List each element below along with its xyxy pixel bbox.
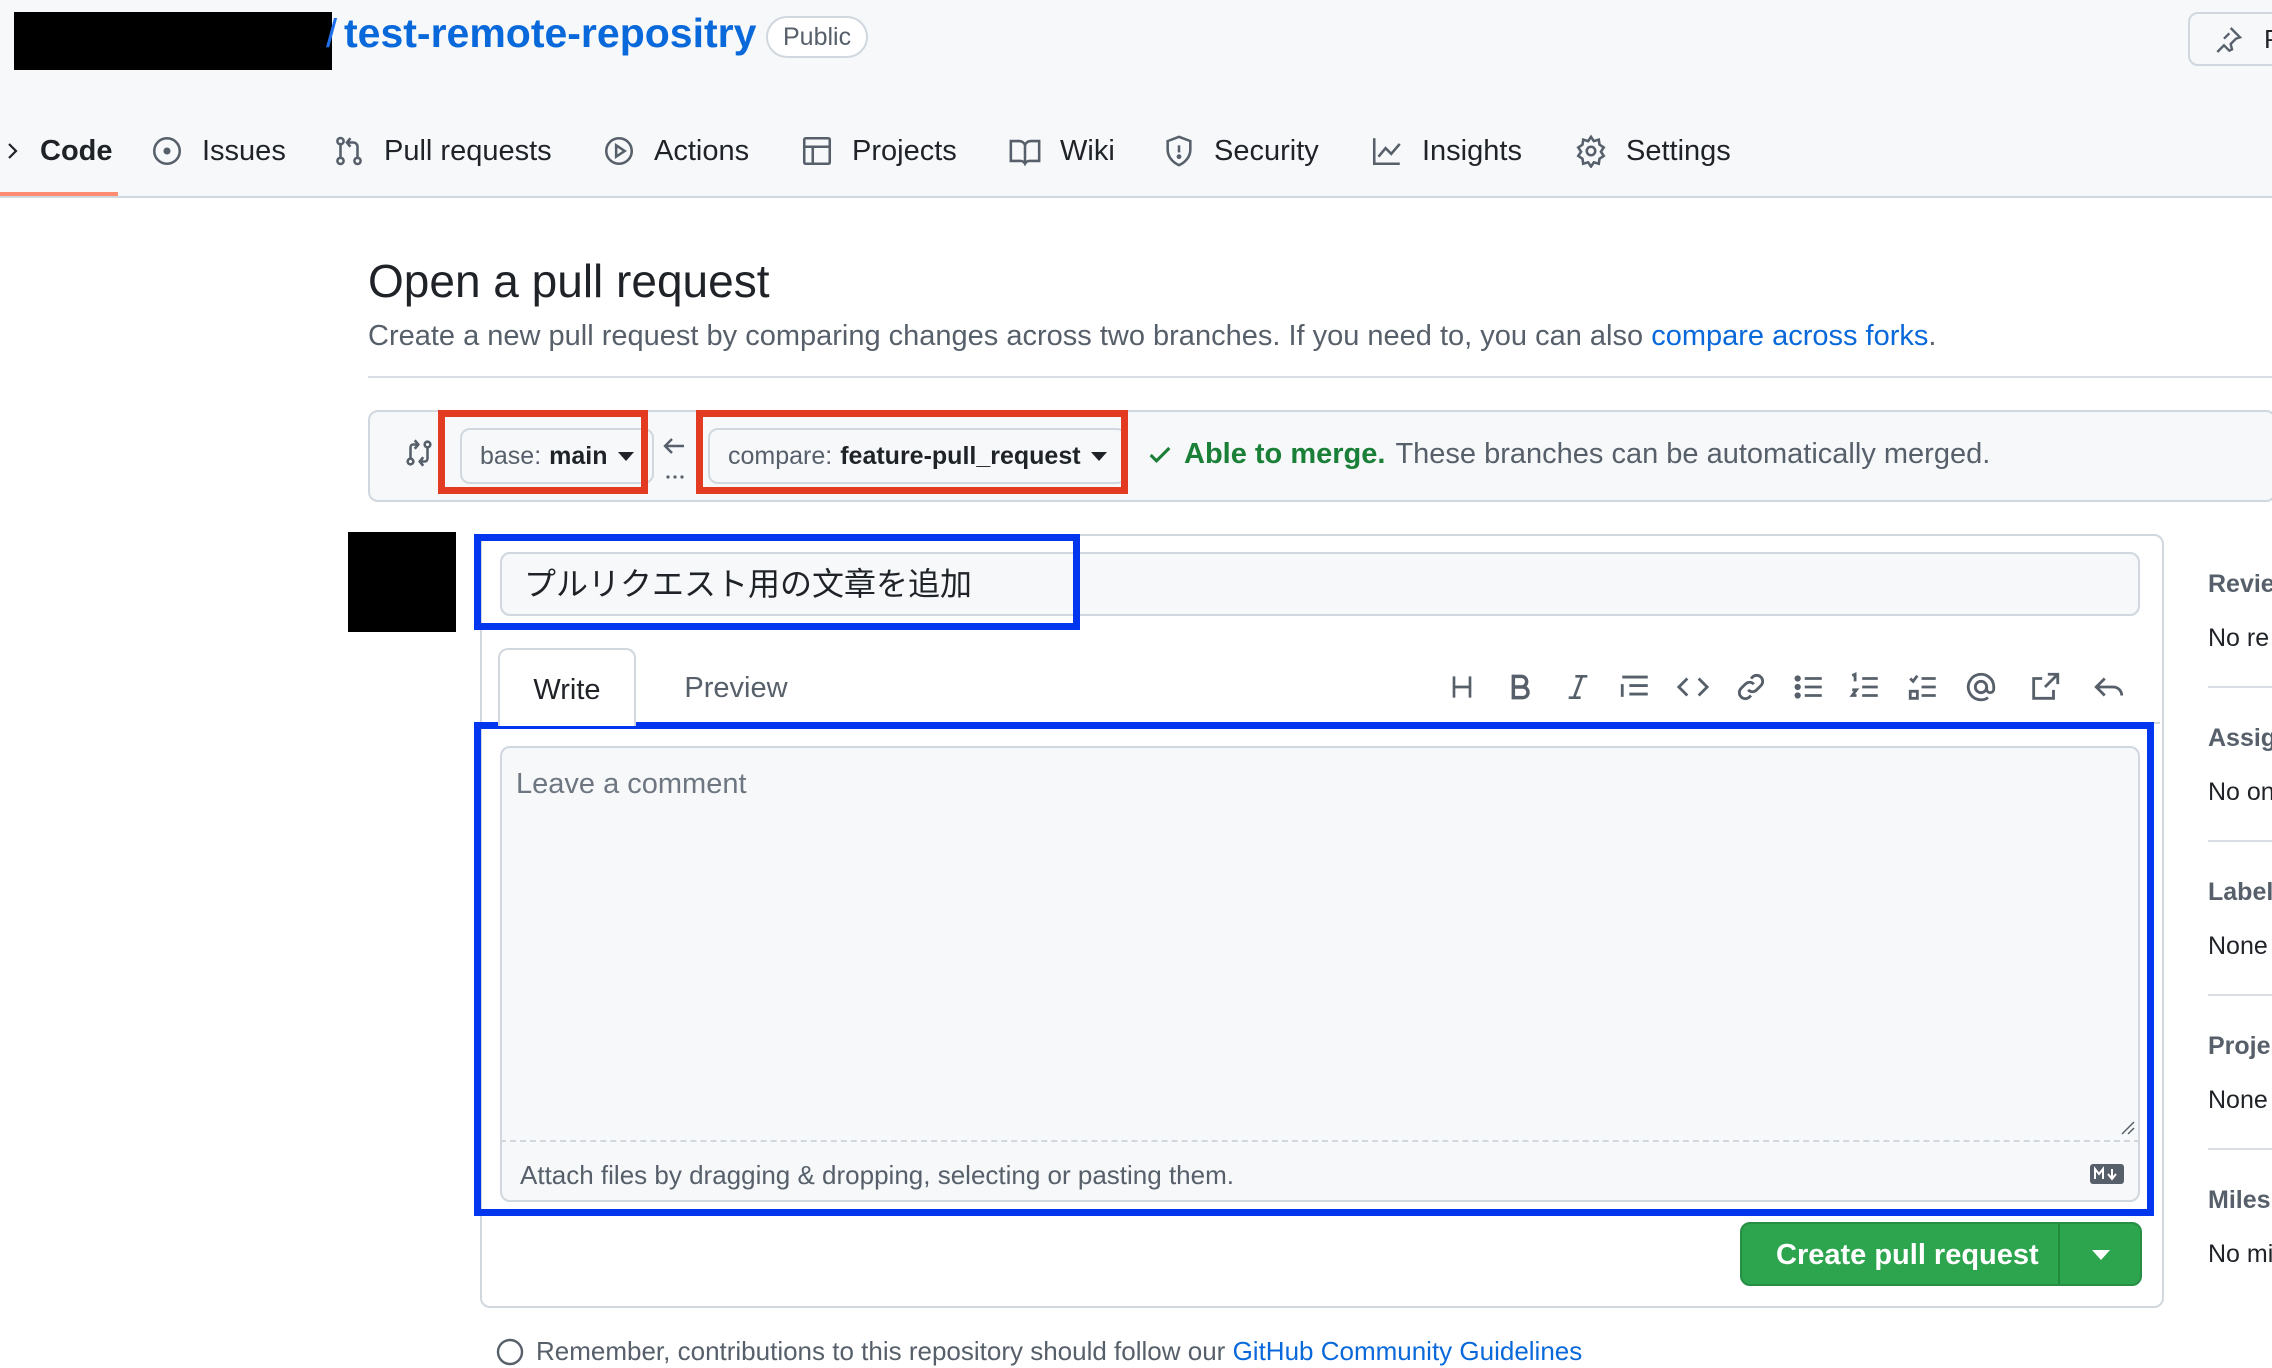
tab-insights-label: Insights [1422,134,1522,167]
tab-pull-requests[interactable]: Pull requests [332,126,552,176]
annotation-box-comment [474,722,2154,1216]
tab-projects-label: Projects [852,134,957,167]
tab-wiki-label: Wiki [1060,134,1115,167]
sidebar-projects-heading[interactable]: Proje [2208,1032,2271,1061]
sidebar-reviewers-value: No re [2208,624,2270,652]
repo-name-link[interactable]: test-remote-repositry [344,10,756,57]
sidebar-milestone-heading[interactable]: Miles [2208,1186,2271,1215]
tab-security-label: Security [1214,134,1319,167]
bold-icon[interactable] [1504,670,1536,704]
ordered-list-icon[interactable] [1848,670,1882,704]
sidebar-divider [2208,840,2272,842]
issue-icon [150,134,184,168]
pin-label: P [2264,24,2272,55]
sidebar-labels-value: None [2208,932,2268,960]
code-icon [6,140,22,162]
tab-wiki[interactable]: Wiki [1008,126,1115,176]
tab-issues[interactable]: Issues [150,126,286,176]
annotation-box-base [438,410,648,494]
heading-icon[interactable] [1446,670,1478,704]
active-tab-indicator [0,192,118,196]
unordered-list-icon[interactable] [1792,670,1826,704]
info-icon [494,1336,526,1368]
tab-actions[interactable]: Actions [602,126,749,176]
mention-icon[interactable] [1964,670,1998,704]
page-title: Open a pull request [368,255,770,307]
check-icon [1146,441,1174,469]
pin-button[interactable]: P [2188,12,2272,66]
tab-code-label: Code [40,134,113,167]
tab-pull-requests-label: Pull requests [384,134,552,167]
merge-ok-text: Able to merge. [1184,438,1386,470]
sidebar-projects-value: None [2208,1086,2268,1114]
avatar [348,532,456,632]
compare-across-forks-link[interactable]: compare across forks [1651,320,1928,352]
quote-icon[interactable] [1618,670,1652,704]
italic-icon[interactable] [1562,670,1594,704]
arrow-left-icon [660,434,690,486]
tab-settings[interactable]: Settings [1574,126,1731,176]
sidebar-reviewers-heading[interactable]: Revie [2208,570,2272,599]
redacted-owner-name [14,12,332,70]
create-pull-request-label: Create pull request [1776,1239,2039,1271]
tab-issues-label: Issues [202,134,286,167]
play-icon [602,134,636,168]
sidebar-divider [2208,1148,2272,1150]
page-description-text: Create a new pull request by comparing c… [368,320,1652,352]
sidebar-labels-heading[interactable]: Label [2208,878,2272,907]
contribution-guidelines-note: Remember, contributions to this reposito… [536,1336,1582,1367]
compare-arrows-icon [402,436,436,470]
task-list-icon[interactable] [1906,670,1940,704]
annotation-box-title [474,534,1080,630]
book-icon [1008,134,1042,168]
pull-request-icon [332,134,366,168]
reply-icon[interactable] [2092,670,2126,704]
merge-status: Able to merge. These branches can be aut… [1146,438,1990,471]
create-pull-request-button[interactable]: Create pull request [1740,1222,2142,1286]
shield-icon [1162,134,1196,168]
tab-projects[interactable]: Projects [800,126,957,176]
tab-preview[interactable]: Preview [656,648,816,724]
tab-code[interactable]: Code [6,126,113,176]
pin-icon [2212,24,2244,56]
community-guidelines-link[interactable]: GitHub Community Guidelines [1233,1336,1583,1366]
tab-settings-label: Settings [1626,134,1731,167]
tab-insights[interactable]: Insights [1370,126,1522,176]
graph-icon [1370,134,1404,168]
tab-actions-label: Actions [654,134,750,167]
sidebar-milestone-value: No mi [2208,1240,2272,1268]
merge-detail-text: These branches can be automatically merg… [1395,438,1991,470]
sidebar-assignees-value: No on [2208,778,2272,806]
annotation-box-compare [696,410,1128,494]
guideline-text: Remember, contributions to this reposito… [536,1336,1233,1366]
code-brackets-icon[interactable] [1676,670,1710,704]
chevron-down-icon[interactable] [2092,1250,2110,1260]
divider [368,376,2272,378]
tab-security[interactable]: Security [1162,126,1319,176]
sidebar-divider [2208,686,2272,688]
page-description-end: . [1928,320,1937,352]
cross-reference-icon[interactable] [2028,670,2062,704]
sidebar-divider [2208,994,2272,996]
link-icon[interactable] [1734,670,1768,704]
visibility-badge: Public [766,16,869,58]
gear-icon [1574,134,1608,168]
page-description: Create a new pull request by comparing c… [368,320,1936,353]
path-separator: / [326,12,338,56]
button-divider [2058,1224,2060,1284]
sidebar-assignees-heading[interactable]: Assig [2208,724,2272,753]
tab-write[interactable]: Write [498,648,636,726]
table-icon [800,134,834,168]
